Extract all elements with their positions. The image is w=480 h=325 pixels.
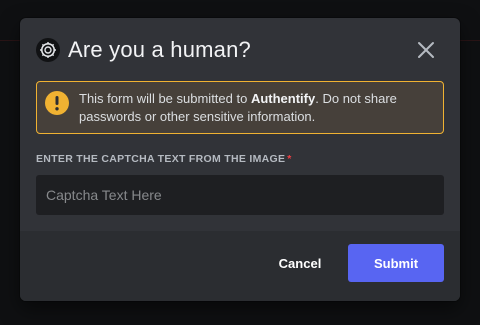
modal-footer: Cancel Submit [20, 231, 460, 301]
warning-notice: This form will be submitted to Authentif… [36, 81, 444, 134]
exclamation-circle-icon [45, 91, 69, 115]
captcha-modal: Are you a human? This form will be submi… [20, 18, 460, 301]
gear-badge-icon [36, 38, 60, 62]
close-icon [418, 42, 434, 58]
modal-title: Are you a human? [68, 37, 251, 62]
warning-text-before: This form will be submitted to [79, 91, 251, 106]
warning-app-name: Authentify [250, 91, 316, 106]
submit-button[interactable]: Submit [348, 244, 444, 282]
warning-text: This form will be submitted to Authentif… [79, 90, 433, 126]
captcha-input[interactable] [36, 175, 444, 215]
close-button[interactable] [414, 38, 438, 62]
modal-header: Are you a human? [36, 36, 444, 64]
required-marker: * [287, 153, 292, 165]
cancel-button[interactable]: Cancel [266, 244, 334, 282]
captcha-field-label: ENTER THE CAPTCHA TEXT FROM THE IMAGE * [36, 153, 292, 165]
captcha-label-text: ENTER THE CAPTCHA TEXT FROM THE IMAGE [36, 153, 286, 165]
